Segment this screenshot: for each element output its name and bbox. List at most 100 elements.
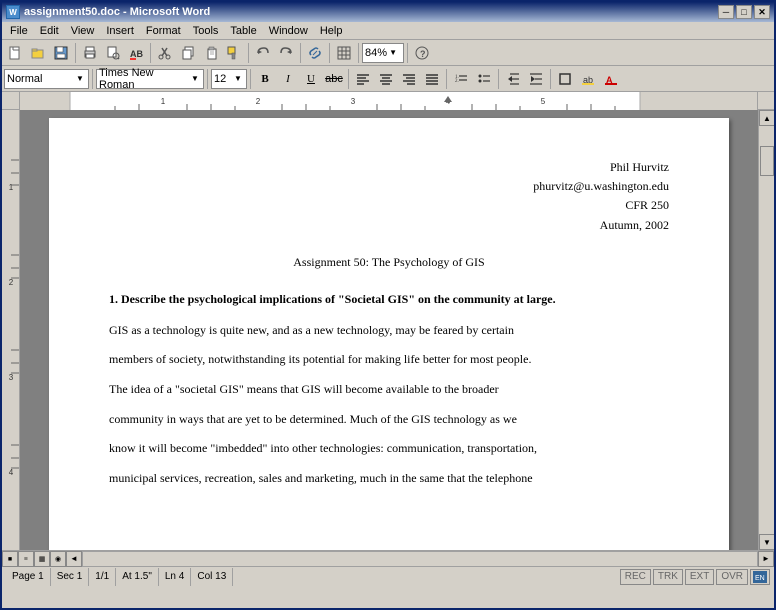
- document-area: 1 2 3 4 Ph: [2, 110, 774, 550]
- print-preview-button[interactable]: [102, 42, 124, 64]
- formatting-toolbar: Normal ▼ Times New Roman ▼ 12 ▼ B I U ab…: [2, 66, 774, 92]
- minimize-button[interactable]: ─: [718, 5, 734, 19]
- strikethrough-button[interactable]: abc: [323, 68, 345, 90]
- svg-text:3: 3: [351, 97, 356, 106]
- align-center-button[interactable]: [375, 68, 397, 90]
- bulleted-list-button[interactable]: [473, 68, 495, 90]
- paragraph-1: GIS as a technology is quite new, and as…: [109, 320, 669, 342]
- outline-view-button[interactable]: ≡: [18, 551, 34, 567]
- separator-3: [248, 43, 249, 63]
- scroll-down-button[interactable]: ▼: [759, 534, 774, 550]
- new-button[interactable]: [4, 42, 26, 64]
- menu-bar: File Edit View Insert Format Tools Table…: [2, 22, 774, 40]
- mode-indicators: REC TRK EXT OVR EN: [620, 569, 770, 585]
- menu-insert[interactable]: Insert: [100, 22, 140, 40]
- section-status: Sec 1: [51, 568, 90, 586]
- menu-tools[interactable]: Tools: [187, 22, 225, 40]
- fmt-sep-4: [348, 69, 349, 89]
- scroll-right-button[interactable]: ►: [758, 551, 774, 567]
- align-left-button[interactable]: [352, 68, 374, 90]
- fmt-sep-7: [550, 69, 551, 89]
- menu-help[interactable]: Help: [314, 22, 349, 40]
- scroll-thumb[interactable]: [760, 146, 774, 176]
- scroll-track[interactable]: [759, 126, 774, 534]
- cut-button[interactable]: [154, 42, 176, 64]
- ruler-area: 1 2 3 4 5: [2, 92, 774, 110]
- numbered-list-button[interactable]: 1.2.: [450, 68, 472, 90]
- increase-indent-button[interactable]: [525, 68, 547, 90]
- size-dropdown[interactable]: 12 ▼: [211, 69, 247, 89]
- font-dropdown[interactable]: Times New Roman ▼: [96, 69, 204, 89]
- ruler: 1 2 3 4 5: [20, 92, 758, 110]
- align-justify-button[interactable]: [421, 68, 443, 90]
- vertical-scrollbar[interactable]: ▲ ▼: [758, 110, 774, 550]
- web-layout-view-button[interactable]: ◉: [50, 551, 66, 567]
- language-indicator: EN: [750, 569, 770, 585]
- svg-text:EN: EN: [755, 575, 765, 582]
- undo-button[interactable]: [252, 42, 274, 64]
- separator-6: [358, 43, 359, 63]
- align-right-button[interactable]: [398, 68, 420, 90]
- ovr-mode: OVR: [716, 569, 748, 585]
- author-email: phurvitz@u.washington.edu: [109, 177, 669, 196]
- menu-format[interactable]: Format: [140, 22, 187, 40]
- close-button[interactable]: ✕: [754, 5, 770, 19]
- separator-2: [150, 43, 151, 63]
- horizontal-scrollbar-area: ■ ≡ ▦ ◉ ◄ ►: [2, 550, 774, 566]
- svg-text:3: 3: [9, 373, 14, 382]
- scroll-left-button[interactable]: ◄: [66, 551, 82, 567]
- spell-check-button[interactable]: ABC: [125, 42, 147, 64]
- paragraph-4: community in ways that are yet to be det…: [109, 409, 669, 431]
- table-button[interactable]: [333, 42, 355, 64]
- h-scroll-track[interactable]: [82, 551, 758, 567]
- title-bar-left: W assignment50.doc - Microsoft Word: [6, 5, 210, 19]
- size-dropdown-arrow: ▼: [232, 74, 244, 83]
- menu-table[interactable]: Table: [224, 22, 262, 40]
- ruler-scrollbar-corner: [758, 92, 774, 109]
- rec-mode: REC: [620, 569, 651, 585]
- copy-button[interactable]: [177, 42, 199, 64]
- scroll-up-button[interactable]: ▲: [759, 110, 774, 126]
- save-button[interactable]: [50, 42, 72, 64]
- menu-window[interactable]: Window: [263, 22, 314, 40]
- help-button[interactable]: ?: [411, 42, 433, 64]
- format-painter-button[interactable]: [223, 42, 245, 64]
- svg-text:1: 1: [9, 183, 14, 192]
- fmt-sep-3: [250, 69, 251, 89]
- svg-text:?: ?: [420, 49, 426, 59]
- ruler-left-margin: [2, 92, 20, 109]
- page-container: Phil Hurvitz phurvitz@u.washington.edu C…: [20, 110, 758, 550]
- fmt-sep-5: [446, 69, 447, 89]
- highlight-button[interactable]: ab: [577, 68, 599, 90]
- paste-button[interactable]: [200, 42, 222, 64]
- svg-text:2.: 2.: [455, 79, 459, 84]
- print-layout-view-button[interactable]: ▦: [34, 551, 50, 567]
- style-dropdown-arrow: ▼: [74, 74, 86, 83]
- fmt-sep-1: [92, 69, 93, 89]
- font-color-button[interactable]: A: [600, 68, 622, 90]
- menu-file[interactable]: File: [4, 22, 34, 40]
- underline-button[interactable]: U: [300, 68, 322, 90]
- zoom-dropdown[interactable]: 84% ▼: [362, 43, 404, 63]
- font-dropdown-arrow: ▼: [189, 74, 201, 83]
- redo-button[interactable]: [275, 42, 297, 64]
- bold-button[interactable]: B: [254, 68, 276, 90]
- normal-view-button[interactable]: ■: [2, 551, 18, 567]
- font-value: Times New Roman: [99, 67, 189, 91]
- print-button[interactable]: [79, 42, 101, 64]
- menu-edit[interactable]: Edit: [34, 22, 65, 40]
- italic-button[interactable]: I: [277, 68, 299, 90]
- zoom-value: 84%: [365, 47, 387, 59]
- vertical-ruler: 1 2 3 4: [2, 110, 20, 550]
- maximize-button[interactable]: □: [736, 5, 752, 19]
- outside-border-button[interactable]: [554, 68, 576, 90]
- svg-text:4: 4: [9, 468, 14, 477]
- doc-title: Assignment 50: The Psychology of GIS: [109, 255, 669, 270]
- svg-text:1: 1: [161, 97, 166, 106]
- style-dropdown[interactable]: Normal ▼: [4, 69, 89, 89]
- decrease-indent-button[interactable]: [502, 68, 524, 90]
- open-button[interactable]: [27, 42, 49, 64]
- col-status: Col 13: [191, 568, 233, 586]
- menu-view[interactable]: View: [65, 22, 101, 40]
- hyperlink-button[interactable]: [304, 42, 326, 64]
